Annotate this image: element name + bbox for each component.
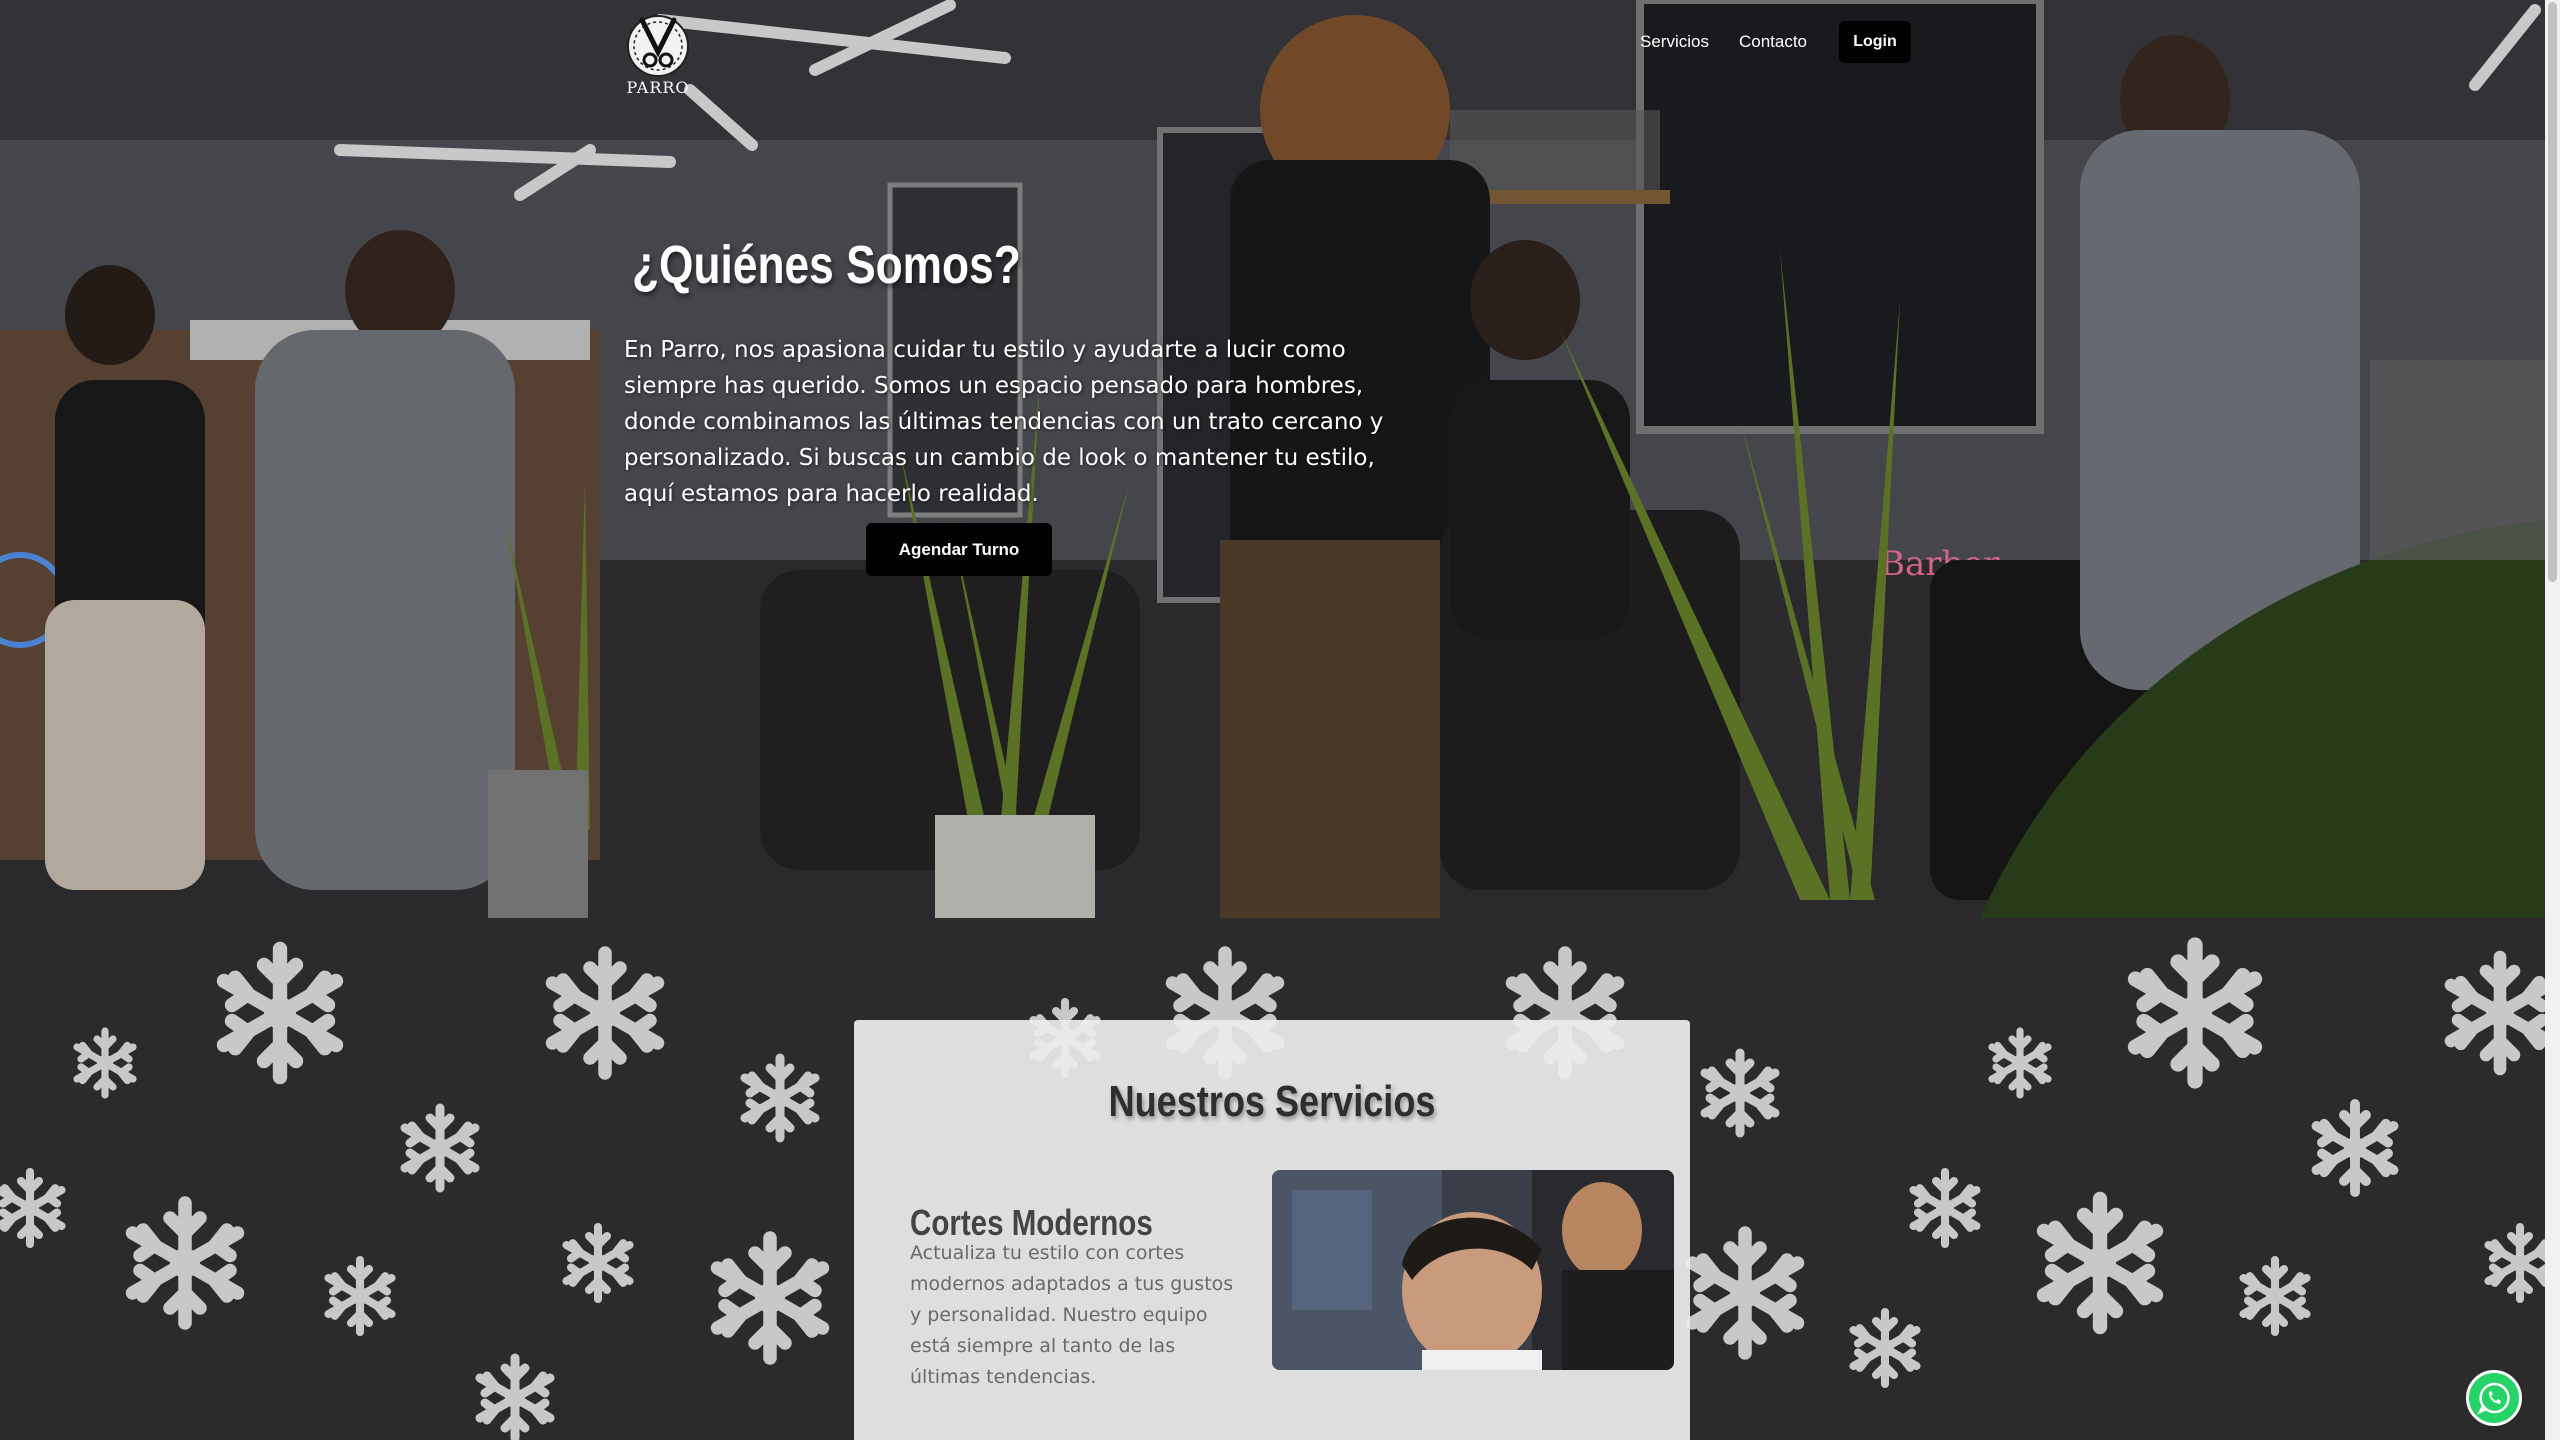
snowflake-icon (2451, 957, 2545, 1069)
snowflake-icon (480, 1358, 550, 1438)
scissors-logo-icon (627, 15, 689, 77)
services-card: Nuestros Servicios Cortes Modernos Actua… (854, 1020, 1690, 1440)
service-image-cortes (1272, 1170, 1674, 1370)
snowflake-icon (1705, 1053, 1775, 1133)
snowflake-icon (1693, 1233, 1798, 1353)
brand-logo[interactable]: PARRO (622, 8, 694, 100)
scrollbar-thumb[interactable] (2548, 2, 2557, 582)
snowflake-icon (567, 1227, 630, 1299)
snowflake-icon (2136, 945, 2255, 1081)
page-scrollbar[interactable] (2545, 0, 2560, 1440)
snowflake-icon (1914, 1172, 1977, 1244)
snowflake-icon (2244, 1260, 2307, 1332)
whatsapp-button[interactable] (2466, 1370, 2522, 1426)
hero-description: En Parro, nos apasiona cuidar tu estilo … (624, 337, 1384, 507)
haircut-photo (1272, 1170, 1674, 1370)
snowflake-icon (224, 949, 336, 1077)
book-appointment-button[interactable]: Agendar Turno (866, 523, 1052, 576)
snowflake-icon (133, 1203, 238, 1323)
snowflake-icon (2044, 1199, 2156, 1327)
nav-item-servicios[interactable]: Servicios (1640, 32, 1709, 52)
snowflake-icon (745, 1058, 815, 1138)
snowflake-icon (329, 1260, 392, 1332)
snowflake-icon (77, 1031, 133, 1095)
services-title: Nuestros Servicios (1108, 1076, 1436, 1126)
main-nav: Servicios Contacto Login (1640, 20, 1912, 64)
snowflake-icon (553, 953, 658, 1073)
hero-section: Barber PARRO Servicios Contacto Login ¿Q… (0, 0, 2545, 918)
whatsapp-icon (2477, 1382, 2510, 1415)
snowflake-icon (405, 1108, 475, 1188)
login-button[interactable]: Login (1839, 21, 1912, 63)
hero-title: ¿Quiénes Somos? (632, 235, 1021, 296)
snowflake-icon (1854, 1312, 1917, 1384)
snowflake-icon (2489, 1227, 2546, 1299)
snowflake-icon (2317, 1104, 2394, 1192)
nav-item-contacto[interactable]: Contacto (1739, 32, 1807, 52)
snowflake-icon (0, 1172, 61, 1244)
snowflake-icon (718, 1238, 823, 1358)
brand-logo-text: PARRO (626, 78, 690, 97)
snowflake-icon (1992, 1031, 2048, 1095)
service-description-cortes: Actualiza tu estilo con cortes modernos … (910, 1242, 1234, 1388)
